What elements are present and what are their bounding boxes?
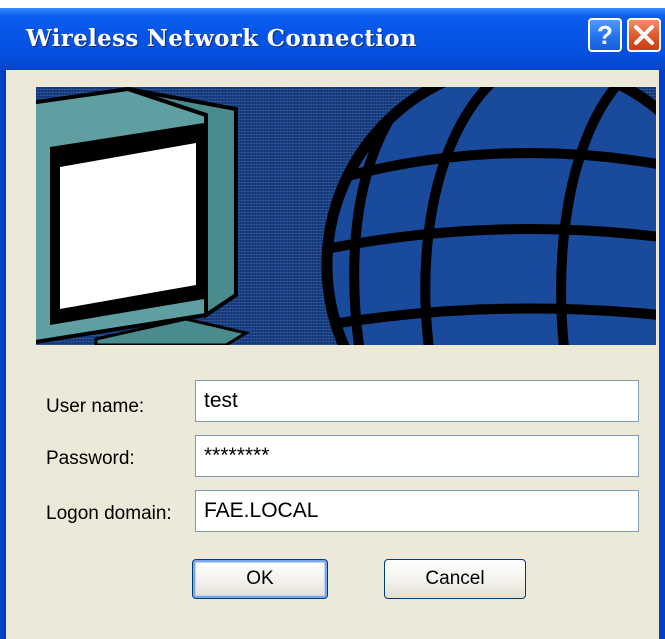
close-x-icon [634,25,654,45]
username-label: User name: [46,396,145,417]
password-input[interactable] [195,435,639,477]
username-input[interactable] [195,380,639,422]
close-button[interactable] [627,18,661,52]
question-mark-icon: ? [597,20,613,50]
network-banner [36,87,656,345]
dialog-body: User name: Password: Logon domain: OK Ca… [6,70,659,639]
logon-domain-input[interactable] [195,490,639,532]
title-bar[interactable]: Wireless Network Connection ? [0,8,665,70]
window-title: Wireless Network Connection [26,25,417,52]
globe-icon [321,87,656,345]
help-button[interactable]: ? [588,18,622,52]
cancel-button[interactable]: Cancel [384,559,526,599]
monitor-globe-illustration [36,87,656,345]
dialog-window: Wireless Network Connection ? User name:… [0,8,665,639]
ok-button[interactable]: OK [192,559,328,599]
password-label: Password: [46,448,135,469]
logon-domain-label: Logon domain: [46,503,172,524]
computer-monitor-icon [36,87,250,345]
